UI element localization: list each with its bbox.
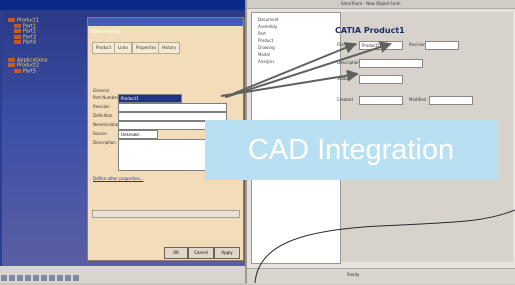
part-icon bbox=[14, 23, 21, 28]
cad-tree: Product1 Part1 Part2 Part3 Part4 Applica… bbox=[8, 18, 48, 74]
cad-tree-item[interactable]: Part5 bbox=[8, 68, 48, 75]
caption-text: CAD Integration bbox=[247, 134, 455, 166]
dialog-scrollbar[interactable] bbox=[92, 210, 240, 218]
ok-button[interactable]: OK bbox=[164, 247, 188, 259]
toolbar-icon[interactable] bbox=[25, 275, 31, 281]
toolbar-icon[interactable] bbox=[9, 275, 15, 281]
dialog-titlebar: Save dialog bbox=[88, 18, 243, 35]
field-label: Definition bbox=[93, 113, 113, 118]
section-label: General bbox=[93, 88, 109, 93]
tab-history[interactable]: History bbox=[158, 42, 181, 54]
pdm-field-label: Revision bbox=[409, 42, 426, 47]
apply-button[interactable]: Apply bbox=[214, 247, 240, 259]
pdm-status-text: Ready bbox=[347, 272, 360, 277]
pdm-field-label: Status bbox=[337, 76, 350, 81]
toolbar-icon[interactable] bbox=[33, 275, 39, 281]
pdm-form-title: CATIA Product1 bbox=[335, 26, 405, 35]
field-label: Part Number bbox=[93, 95, 119, 100]
applications-icon bbox=[8, 57, 15, 62]
part-icon bbox=[14, 29, 21, 33]
pdm-created-field[interactable] bbox=[359, 96, 403, 105]
pdm-revision-field[interactable] bbox=[425, 41, 459, 50]
tab-links[interactable]: Links bbox=[114, 42, 133, 54]
pdm-tree-item[interactable]: Document bbox=[258, 17, 279, 22]
part-number-field[interactable]: Product1 bbox=[118, 94, 182, 103]
field-label: Source bbox=[93, 131, 107, 136]
tab-product[interactable]: Product bbox=[92, 42, 116, 54]
pdm-tree-item[interactable]: Model bbox=[258, 52, 270, 57]
field-label: Revision bbox=[93, 104, 110, 109]
pdm-status-field[interactable] bbox=[359, 75, 403, 84]
pdm-tree-item[interactable]: Part bbox=[258, 31, 266, 36]
pdm-tree-item[interactable]: Assembly bbox=[258, 24, 277, 29]
pdm-field-label: Created bbox=[337, 97, 353, 102]
pdm-tree-item[interactable]: Product bbox=[258, 38, 273, 43]
field-label: Nomenclature bbox=[93, 122, 122, 127]
pdm-field-label: Modified bbox=[409, 97, 427, 102]
pdm-tree-item[interactable]: Drawing bbox=[258, 45, 275, 50]
toolbar-icon[interactable] bbox=[73, 275, 79, 281]
pdm-statusbar: Ready bbox=[247, 268, 515, 284]
tab-properties[interactable]: Properties bbox=[132, 42, 161, 54]
pdm-field-label: File Name bbox=[337, 42, 357, 47]
cad-titlebar bbox=[0, 0, 258, 10]
toolbar-icon[interactable] bbox=[17, 275, 23, 281]
part-icon bbox=[14, 34, 21, 39]
product-icon bbox=[8, 63, 15, 67]
part-icon bbox=[14, 40, 21, 44]
product-icon bbox=[8, 18, 15, 22]
caption-box: CAD Integration bbox=[205, 120, 497, 180]
pdm-tree-item[interactable]: Analysis bbox=[258, 59, 274, 64]
toolbar-icon[interactable] bbox=[65, 275, 71, 281]
pdm-description-field[interactable] bbox=[359, 59, 423, 68]
cancel-button[interactable]: Cancel bbox=[188, 247, 214, 259]
source-select[interactable]: Unknown bbox=[118, 130, 158, 139]
toolbar-icon[interactable] bbox=[41, 275, 47, 281]
part-icon bbox=[14, 68, 21, 73]
cad-toolbar bbox=[0, 266, 258, 283]
toolbar-icon[interactable] bbox=[49, 275, 55, 281]
revision-field[interactable] bbox=[118, 103, 227, 112]
define-properties-link[interactable]: Define other properties... bbox=[93, 176, 143, 181]
pdm-file-name-field[interactable]: Product1 bbox=[359, 41, 403, 50]
pdm-modified-field[interactable] bbox=[429, 96, 473, 105]
toolbar-icon[interactable] bbox=[1, 275, 7, 281]
pdm-field-label: Description bbox=[337, 60, 360, 65]
pdm-titlebar: SmarTeam - New Object Form bbox=[247, 0, 515, 9]
cad-tree-item[interactable]: Part4 bbox=[8, 40, 48, 46]
pdm-title: SmarTeam - New Object Form bbox=[341, 1, 401, 6]
field-label: Description bbox=[93, 140, 116, 145]
toolbar-icon[interactable] bbox=[57, 275, 63, 281]
